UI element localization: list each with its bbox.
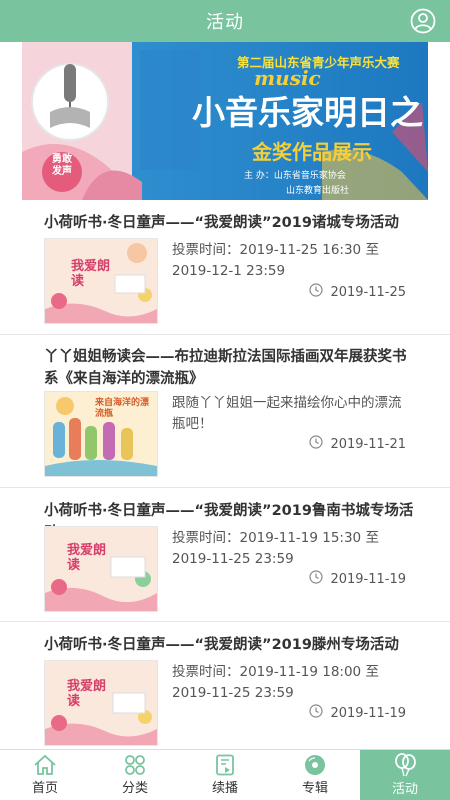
page-title: 活动 <box>206 12 244 33</box>
thumbnail-poster-text: 我爱朗读 <box>71 259 111 289</box>
clock-icon <box>309 704 324 722</box>
tab-album[interactable]: 专辑 <box>270 750 360 800</box>
activity-thumbnail: 我爱朗读 <box>44 526 158 612</box>
list-item[interactable]: 小荷听书·冬日童声——“我爱朗读”2019鲁南书城专场活动 我爱朗读 投票时间：… <box>0 488 450 622</box>
clock-icon <box>309 283 324 301</box>
activity-date: 2019-11-25 <box>309 283 406 301</box>
tab-category-label: 分类 <box>121 781 148 796</box>
banner-host-line: 主 办：山东省音乐家协会 <box>244 171 346 181</box>
banner-badge: 勇敢 发声 <box>48 154 76 178</box>
list-item[interactable]: 丫丫姐姐畅读会——布拉迪斯拉法国际插画双年展获奖书系《来自海洋的漂流瓶》 来自海… <box>0 335 450 488</box>
badge-line-1: 勇敢 <box>52 154 72 165</box>
activity-date: 2019-11-21 <box>309 435 406 453</box>
activity-date-text: 2019-11-19 <box>330 571 406 587</box>
top-bar: 活动 <box>0 0 450 42</box>
promo-banner[interactable]: 第二届山东省青少年声乐大赛 music 小音乐家明日之 金奖作品展示 勇敢 发声… <box>22 42 428 200</box>
list-item[interactable]: 小荷听书·冬日童声——“我爱朗读”2019诸城专场活动 我爱朗读 投票时间：20… <box>0 200 450 335</box>
description-line-1: 投票时间：2019-11-19 18:00 至 <box>172 664 379 680</box>
banner-publisher-line: 山东教育出版社 <box>286 186 350 196</box>
tab-activity[interactable]: 活动 <box>360 750 450 800</box>
description-line-2: 瓶吧！ <box>172 416 213 432</box>
tab-resume[interactable]: 续播 <box>180 750 270 800</box>
clock-icon <box>309 435 324 453</box>
description-line-1: 投票时间：2019-11-25 16:30 至 <box>172 242 379 258</box>
description-line-1: 投票时间：2019-11-19 15:30 至 <box>172 530 379 546</box>
description-line-2: 2019-12-1 23:59 <box>172 263 286 279</box>
activity-thumbnail: 来自海洋的漂流瓶 <box>44 391 158 477</box>
description-line-2: 2019-11-25 23:59 <box>172 551 294 567</box>
activity-date-text: 2019-11-25 <box>330 284 406 300</box>
badge-line-2: 发声 <box>52 166 72 177</box>
activity-title: 小荷听书·冬日童声——“我爱朗读”2019滕州专场活动 <box>44 637 399 653</box>
activity-title: 小荷听书·冬日童声——“我爱朗读”2019诸城专场活动 <box>44 215 399 231</box>
album-disc-icon <box>303 754 327 776</box>
activity-description: 投票时间：2019-11-19 15:30 至 2019-11-25 23:59 <box>172 528 402 570</box>
activity-description: 投票时间：2019-11-19 18:00 至 2019-11-25 23:59 <box>172 662 402 704</box>
activity-date-text: 2019-11-19 <box>330 705 406 721</box>
activity-description: 投票时间：2019-11-25 16:30 至 2019-12-1 23:59 <box>172 240 402 282</box>
activity-thumbnail: 我爱朗读 <box>44 238 158 324</box>
tab-home[interactable]: 首页 <box>0 750 90 800</box>
activity-description: 跟随丫丫姐姐一起来描绘你心中的漂流 瓶吧！ <box>172 393 402 435</box>
banner-main-title: 小音乐家明日之 <box>192 93 423 132</box>
activity-title: 丫丫姐姐畅读会——布拉迪斯拉法国际插画双年展获奖书系《来自海洋的漂流瓶》 <box>44 349 407 387</box>
list-item[interactable]: 小荷听书·冬日童声——“我爱朗读”2019滕州专场活动 我爱朗读 投票时间：20… <box>0 622 450 750</box>
tab-album-label: 专辑 <box>301 781 328 796</box>
balloons-icon <box>392 753 418 777</box>
tab-activity-label: 活动 <box>391 782 418 797</box>
resume-play-icon <box>213 754 237 776</box>
bottom-tab-bar: 首页 分类 续播 专辑 活动 <box>0 749 450 800</box>
clock-icon <box>309 570 324 588</box>
tab-home-label: 首页 <box>31 781 58 796</box>
tab-resume-label: 续播 <box>211 781 238 796</box>
category-icon <box>123 754 147 776</box>
description-line-2: 2019-11-25 23:59 <box>172 685 294 701</box>
tab-category[interactable]: 分类 <box>90 750 180 800</box>
activity-date: 2019-11-19 <box>309 570 406 588</box>
description-line-1: 跟随丫丫姐姐一起来描绘你心中的漂流 <box>172 395 402 411</box>
activity-date: 2019-11-19 <box>309 704 406 722</box>
activity-date-text: 2019-11-21 <box>330 436 406 452</box>
user-icon[interactable] <box>410 8 436 34</box>
activity-thumbnail: 我爱朗读 <box>44 660 158 746</box>
thumbnail-poster-text: 我爱朗读 <box>67 543 107 573</box>
thumbnail-poster-text: 来自海洋的漂流瓶 <box>95 398 150 419</box>
thumbnail-poster-text: 我爱朗读 <box>67 679 107 709</box>
home-icon <box>33 754 57 776</box>
banner-subtitle: 金奖作品展示 <box>252 140 372 164</box>
